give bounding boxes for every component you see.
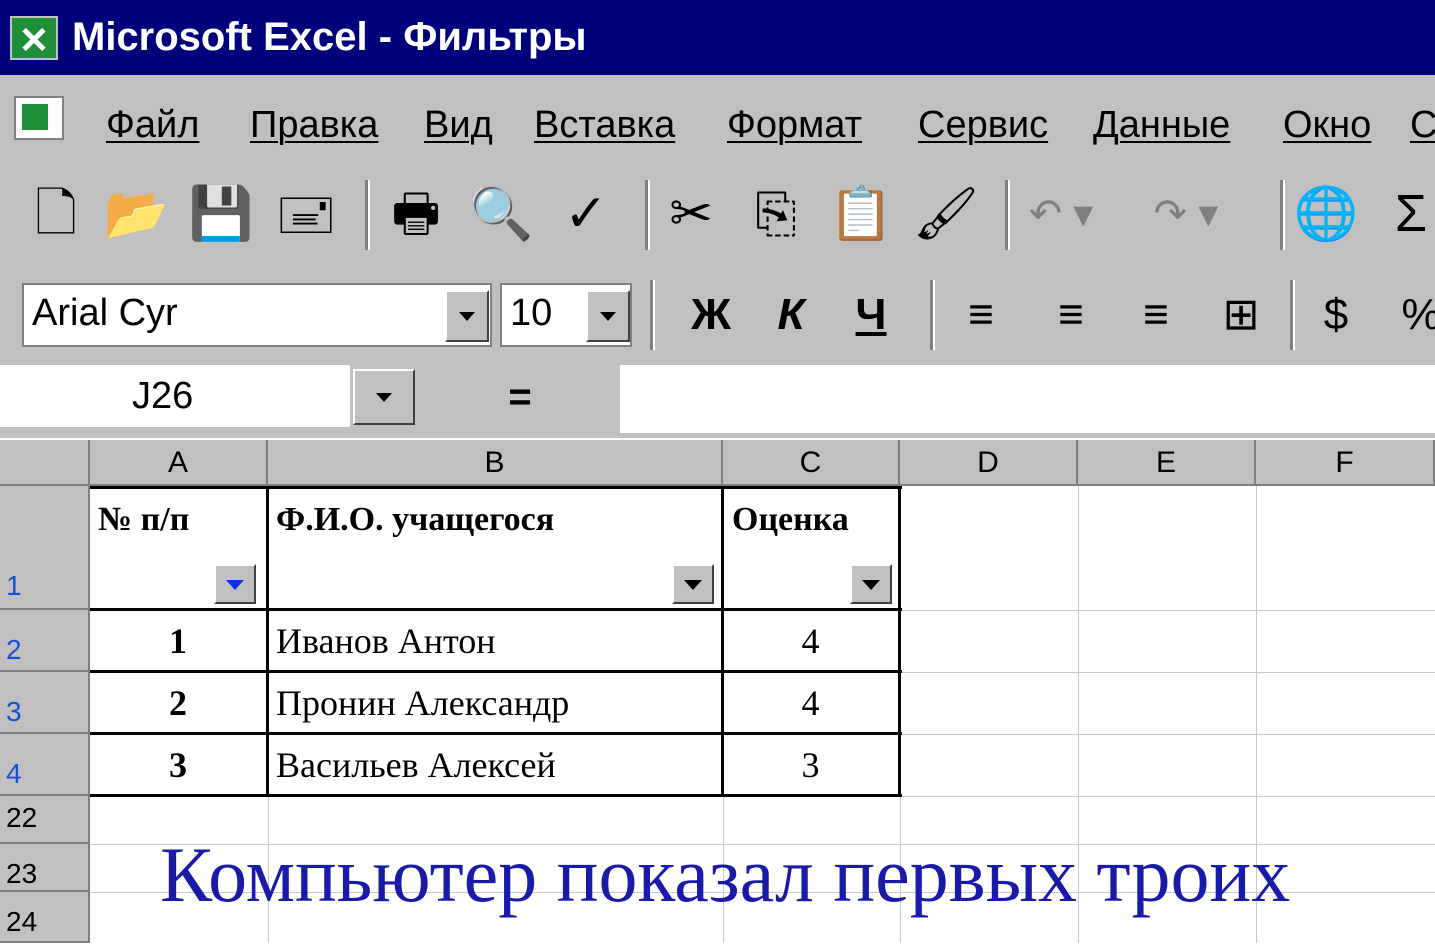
currency-icon[interactable]: $ [1305,285,1367,345]
slide-caption: Компьютер показал первых троих [160,831,1291,918]
gridline [900,672,1435,673]
gridline [900,734,1435,735]
toolbar-separator [365,180,370,250]
italic-button[interactable]: К [760,285,822,345]
formula-input[interactable] [620,365,1435,433]
gridline [900,796,1435,797]
header-cell-number[interactable]: № п/п [98,496,189,544]
bold-button[interactable]: Ж [680,285,742,345]
web-icon[interactable]: 🌐 [1290,174,1362,254]
menu-help[interactable]: С [1410,98,1435,152]
print-preview-icon[interactable]: 🔍 [465,174,537,254]
column-header-d[interactable]: D [900,440,1078,486]
cut-icon[interactable]: ✂ [655,174,727,254]
spelling-icon[interactable]: ✓ [550,174,622,254]
menu-edit[interactable]: Правка [250,98,378,152]
cell-grade[interactable]: 3 [723,735,898,795]
table-border [266,486,269,796]
open-icon[interactable]: 📂 [100,174,172,254]
format-painter-icon[interactable]: 🖌 [910,174,982,254]
toolbar-separator [645,180,650,250]
column-header-e[interactable]: E [1078,440,1256,486]
row-header-22[interactable]: 22 [0,796,90,844]
new-icon[interactable]: 🗋 [20,174,92,254]
cell-grade[interactable]: 4 [723,673,898,733]
row-header-24[interactable]: 24 [0,892,90,943]
paste-icon[interactable]: 📋 [825,174,897,254]
header-cell-grade[interactable]: Оценка [732,496,849,544]
autofilter-dropdown-name[interactable] [672,564,714,604]
align-center-icon[interactable]: ≡ [1040,285,1102,345]
align-left-icon[interactable]: ≡ [950,285,1012,345]
toolbar-separator [650,280,655,350]
table-border [90,486,902,489]
column-header-b[interactable]: B [268,440,723,486]
gridline [900,610,1435,611]
undo-icon[interactable]: ↶ ▾ [1025,174,1097,254]
toolbar-separator [1280,180,1285,250]
toolbar-separator [1005,180,1010,250]
cell-grade[interactable]: 4 [723,611,898,671]
name-box-dropdown-button[interactable] [353,369,415,425]
autofilter-dropdown-grade[interactable] [850,564,892,604]
redo-icon[interactable]: ↷ ▾ [1150,174,1222,254]
row-header-4[interactable]: 4 [0,734,90,796]
font-name-combo[interactable]: Arial Cyr [22,283,492,347]
row-header-23[interactable]: 23 [0,844,90,892]
workbook-icon[interactable] [14,96,64,140]
menu-data[interactable]: Данные [1093,98,1230,152]
excel-logo-icon[interactable] [10,16,58,60]
table-border [898,486,901,796]
align-right-icon[interactable]: ≡ [1125,285,1187,345]
cell-name[interactable]: Иванов Антон [276,611,496,671]
name-box-value: J26 [132,375,194,417]
row-header-1[interactable]: 1 [0,486,90,610]
menu-insert[interactable]: Вставка [534,98,675,152]
cell-name[interactable]: Пронин Александр [276,673,569,733]
column-header-c[interactable]: C [723,440,900,486]
column-header-a[interactable]: A [90,440,268,486]
print-icon[interactable]: 🖶 [380,174,452,254]
cell-number[interactable]: 3 [90,735,266,795]
window-title: Microsoft Excel - Фильтры [72,15,587,59]
menu-format[interactable]: Формат [727,98,862,152]
menu-file[interactable]: Файл [106,98,199,152]
cell-number[interactable]: 2 [90,673,266,733]
merge-center-icon[interactable]: ⊞ [1210,285,1272,345]
header-cell-name[interactable]: Ф.И.О. учащегося [276,496,554,544]
toolbar-separator [1290,280,1295,350]
autofilter-dropdown-number[interactable] [214,564,256,604]
cell-number[interactable]: 1 [90,611,266,671]
font-name-dropdown-button[interactable] [445,290,489,342]
cell-name[interactable]: Васильев Алексей [276,735,556,795]
column-header-f[interactable]: F [1256,440,1435,486]
row-header-3[interactable]: 3 [0,672,90,734]
autosum-icon[interactable]: Σ [1375,174,1435,254]
save-icon[interactable]: 💾 [185,174,257,254]
copy-icon[interactable]: ⎘ [740,174,812,254]
font-size-dropdown-button[interactable] [586,290,630,342]
email-icon[interactable]: 🖃 [270,174,342,254]
menu-window[interactable]: Окно [1283,98,1371,152]
percent-button[interactable]: % [1390,285,1435,345]
menu-tools[interactable]: Сервис [918,98,1048,152]
menu-view[interactable]: Вид [424,98,493,152]
toolbar-separator [930,280,935,350]
underline-button[interactable]: Ч [840,285,902,345]
font-name-value: Arial Cyr [32,292,178,334]
select-all-corner[interactable] [0,440,90,486]
edit-formula-button[interactable]: = [425,369,615,425]
row-header-2[interactable]: 2 [0,610,90,672]
